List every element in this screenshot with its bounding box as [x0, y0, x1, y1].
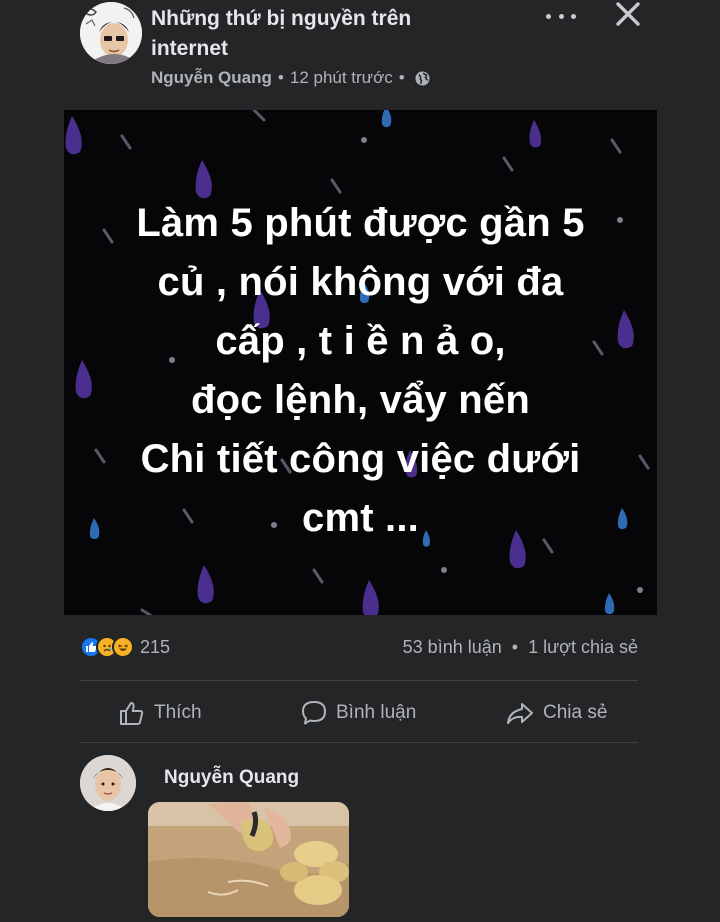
- haha-reaction-icon: [112, 636, 134, 658]
- share-label: Chia sẻ: [543, 702, 608, 723]
- post-text-line: đọc lệnh, vẩy nến: [190, 378, 531, 422]
- more-dot: [558, 13, 564, 19]
- post-view: Những thứ bị nguyền trên internet Nguyễn…: [0, 0, 720, 922]
- comment-icon: [302, 701, 326, 725]
- potato-peeling-photo: [148, 802, 349, 917]
- like-icon: [120, 702, 144, 725]
- post-text-line: Làm 5 phút được gần 5: [136, 201, 585, 245]
- group-name[interactable]: Những thứ bị nguyền trên internet: [151, 4, 481, 64]
- stats-separator: •: [511, 637, 519, 657]
- post-meta: Nguyễn Quang • 12 phút trước •: [151, 68, 430, 88]
- more-options-button[interactable]: [546, 8, 576, 24]
- commenter-avatar[interactable]: [80, 755, 136, 811]
- reaction-count: 215: [140, 636, 171, 657]
- post-text-line: cấp , t i ề n ả o,: [215, 319, 506, 363]
- post-time[interactable]: 12 phút trước: [290, 68, 393, 88]
- meta-separator-2: •: [398, 68, 405, 87]
- share-button[interactable]: Chia sẻ: [505, 697, 607, 729]
- meme-avatar-icon: [80, 2, 142, 64]
- close-icon[interactable]: [614, 0, 642, 28]
- like-button[interactable]: Thích: [118, 697, 202, 729]
- more-dot: [571, 13, 576, 19]
- post-text: Làm 5 phút được gần 5 củ , nói không với…: [64, 194, 657, 548]
- post-author[interactable]: Nguyễn Quang: [151, 68, 272, 88]
- more-dots-icon: [546, 13, 551, 19]
- post-text-line: cmt ...: [302, 496, 419, 540]
- globe-icon: [415, 70, 430, 86]
- group-avatar[interactable]: [80, 2, 142, 64]
- person-avatar-icon: [80, 755, 136, 811]
- meta-separator: •: [277, 68, 284, 87]
- like-label: Thích: [154, 702, 202, 723]
- comment-button[interactable]: Bình luận: [300, 697, 416, 729]
- share-icon: [507, 703, 533, 724]
- comment-photo[interactable]: [148, 802, 349, 917]
- divider: [80, 680, 638, 681]
- comment-label: Bình luận: [336, 702, 417, 723]
- post-text-line: Chi tiết công việc dưới: [140, 437, 581, 481]
- share-count[interactable]: 1 lượt chia sẻ: [528, 637, 638, 657]
- comment-author[interactable]: Nguyễn Quang: [164, 767, 299, 789]
- post-text-line: củ , nói không với đa: [157, 260, 564, 304]
- divider: [80, 742, 638, 743]
- post-image[interactable]: Làm 5 phút được gần 5 củ , nói không với…: [64, 110, 657, 615]
- post-stats: 53 bình luận • 1 lượt chia sẻ: [403, 637, 638, 658]
- reaction-summary[interactable]: 215: [80, 636, 170, 658]
- comment-count[interactable]: 53 bình luận: [403, 637, 502, 657]
